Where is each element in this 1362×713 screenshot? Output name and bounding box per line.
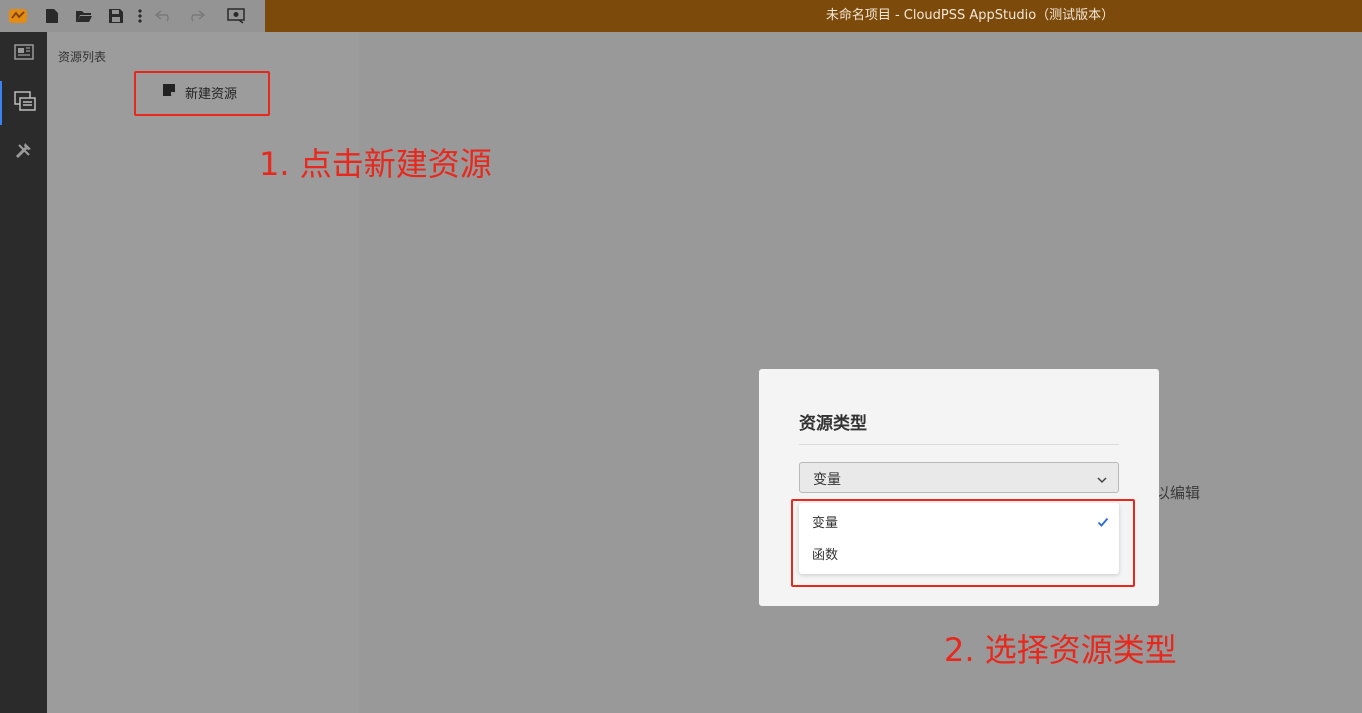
preview-icon[interactable] <box>220 0 252 32</box>
open-folder-icon[interactable] <box>68 0 100 32</box>
resource-panel: 资源列表 新建资源 <box>47 32 359 713</box>
window-title: 未命名项目 - CloudPSS AppStudio（测试版本） <box>825 8 1115 23</box>
dialog-title: 资源类型 <box>799 414 867 434</box>
app-logo-icon[interactable] <box>0 0 36 32</box>
chevron-down-icon <box>1096 471 1108 490</box>
layout-icon <box>13 44 34 64</box>
save-icon[interactable] <box>100 0 132 32</box>
more-vert-icon[interactable] <box>132 0 148 32</box>
redo-icon[interactable] <box>180 0 212 32</box>
rail-item-layout[interactable] <box>0 32 47 76</box>
resource-type-select[interactable]: 变量 <box>799 462 1119 493</box>
undo-icon[interactable] <box>148 0 180 32</box>
tools-icon <box>14 140 34 164</box>
rail-item-resources[interactable] <box>0 81 47 125</box>
panel-title: 资源列表 <box>58 50 107 64</box>
resources-icon <box>13 91 36 115</box>
rail-item-tools[interactable] <box>0 130 47 174</box>
divider <box>799 444 1119 445</box>
background-hint-text: 以编辑 <box>1155 484 1201 502</box>
annotation-step1: 1. 点击新建资源 <box>259 145 492 183</box>
select-value: 变量 <box>813 472 841 488</box>
annotation-box-new-resource <box>134 71 270 116</box>
title-bar: 未命名项目 - CloudPSS AppStudio（测试版本） <box>0 0 1362 32</box>
toolbar <box>0 0 265 32</box>
annotation-box-dropdown <box>791 499 1135 587</box>
activity-rail <box>0 32 47 713</box>
annotation-step2: 2. 选择资源类型 <box>944 631 1177 669</box>
new-file-icon[interactable] <box>36 0 68 32</box>
